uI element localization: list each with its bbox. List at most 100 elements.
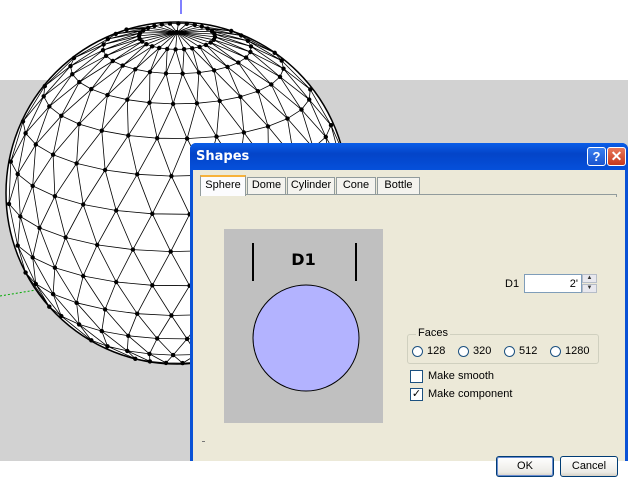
tab-cylinder[interactable]: Cylinder: [287, 177, 335, 194]
sphere-vertex: [18, 214, 23, 219]
sphere-vertex: [52, 265, 58, 270]
sphere-vertex: [165, 46, 170, 52]
sphere-vertex: [147, 100, 152, 105]
sphere-vertex: [248, 49, 253, 55]
sphere-vertex: [6, 201, 12, 207]
sphere-vertex: [125, 97, 130, 102]
sphere-vertex: [120, 63, 125, 68]
panel-mark: [202, 441, 205, 442]
checkbox-icon[interactable]: [410, 370, 423, 383]
sphere-vertex: [99, 128, 105, 133]
sphere-vertex: [102, 167, 108, 173]
sphere-vertex: [102, 307, 108, 312]
sphere-vertex: [265, 124, 271, 129]
radio-icon[interactable]: [412, 346, 423, 357]
cancel-button[interactable]: Cancel: [560, 456, 618, 477]
radio-icon[interactable]: [458, 346, 469, 357]
radio-icon[interactable]: [504, 346, 515, 357]
faces-group: Faces 128 320 512 1280: [407, 327, 599, 364]
sphere-vertex: [152, 23, 157, 29]
sphere-vertex: [15, 243, 20, 248]
radio-icon[interactable]: [550, 346, 561, 357]
sphere-vertex: [157, 45, 162, 51]
sphere-vertex: [59, 313, 64, 319]
d1-input[interactable]: [524, 274, 582, 293]
sphere-vertex: [155, 136, 160, 141]
tab-dome[interactable]: Dome: [247, 177, 286, 194]
close-icon[interactable]: ✕: [607, 147, 626, 166]
sphere-vertex: [169, 313, 174, 318]
sphere-vertex: [243, 55, 249, 60]
sphere-vertex: [30, 255, 35, 260]
sphere-vertex: [52, 194, 58, 199]
checkmark-icon[interactable]: ✓: [410, 388, 423, 401]
sphere-vertex: [155, 336, 160, 341]
sphere-vertex: [170, 101, 176, 107]
sphere-vertex: [113, 31, 118, 37]
sphere-vertex: [163, 71, 169, 76]
sphere-vertex: [77, 79, 82, 85]
sphere-vertex: [173, 47, 178, 52]
sphere-vertex: [103, 53, 109, 58]
sphere-vertex: [59, 113, 64, 119]
sphere-vertex: [174, 30, 180, 35]
sphere-vertex: [33, 281, 38, 287]
dialog-titlebar[interactable]: Shapes ? ✕: [190, 143, 628, 170]
sphere-vertex: [299, 107, 304, 112]
ok-button[interactable]: OK: [496, 456, 554, 477]
sphere-vertex: [184, 136, 190, 141]
sphere-vertex: [63, 235, 68, 240]
sphere-tab-panel: D1 D1 ▲ ▼ Faces 128 320: [200, 194, 617, 444]
sphere-vertex: [241, 130, 247, 135]
sphere-vertex: [15, 171, 20, 177]
sphere-vertex: [133, 67, 138, 72]
sphere-vertex: [47, 304, 52, 309]
tab-bottle[interactable]: Bottle: [377, 177, 420, 194]
sphere-vertex: [50, 152, 56, 157]
sphere-vertex: [285, 116, 290, 121]
sphere-vertex: [144, 42, 149, 47]
sphere-vertex: [196, 70, 202, 75]
sphere-vertex: [101, 42, 106, 47]
d1-spinner[interactable]: ▲ ▼: [582, 274, 597, 293]
sphere-vertex: [197, 44, 202, 50]
sphere-vertex: [194, 101, 200, 106]
help-icon[interactable]: ?: [587, 147, 606, 166]
make-component-label: Make component: [428, 388, 513, 400]
tab-cone[interactable]: Cone: [336, 177, 376, 194]
sphere-vertex: [81, 273, 86, 279]
sphere-vertex: [190, 46, 195, 51]
sphere-vertex: [41, 94, 46, 99]
sphere-vertex: [209, 29, 215, 34]
sphere-vertex: [255, 89, 261, 94]
sphere-vertex: [167, 21, 173, 26]
sphere-vertex: [105, 36, 111, 42]
sphere-vertex: [110, 58, 116, 64]
spin-up-icon[interactable]: ▲: [582, 274, 597, 283]
tab-sphere[interactable]: Sphere: [200, 175, 246, 196]
sphere-vertex: [272, 50, 277, 55]
sphere-vertex: [30, 183, 35, 189]
sphere-vertex: [170, 352, 176, 358]
sphere-vertex: [105, 344, 110, 349]
sphere-vertex: [180, 71, 185, 76]
sphere-vertex: [323, 134, 328, 140]
sphere-vertex: [238, 94, 243, 100]
sphere-vertex: [139, 39, 145, 44]
sphere-vertex: [229, 28, 234, 34]
sphere-vertex: [76, 322, 82, 327]
sphere-vertex: [42, 83, 47, 89]
faces-option-label: 128: [427, 345, 446, 357]
sphere-vertex: [147, 359, 153, 364]
make-smooth-label: Make smooth: [428, 370, 495, 382]
sphere-vertex: [184, 336, 190, 342]
sphere-vertex: [239, 33, 244, 38]
sphere-vertex: [71, 55, 77, 61]
sphere-vertex: [328, 123, 334, 128]
sphere-vertex: [248, 44, 254, 49]
sphere-vertex: [105, 92, 110, 98]
preview-circle: [252, 284, 360, 392]
spin-down-icon[interactable]: ▼: [582, 284, 597, 293]
sphere-vertex: [126, 333, 131, 338]
sphere-vertex: [159, 22, 164, 27]
